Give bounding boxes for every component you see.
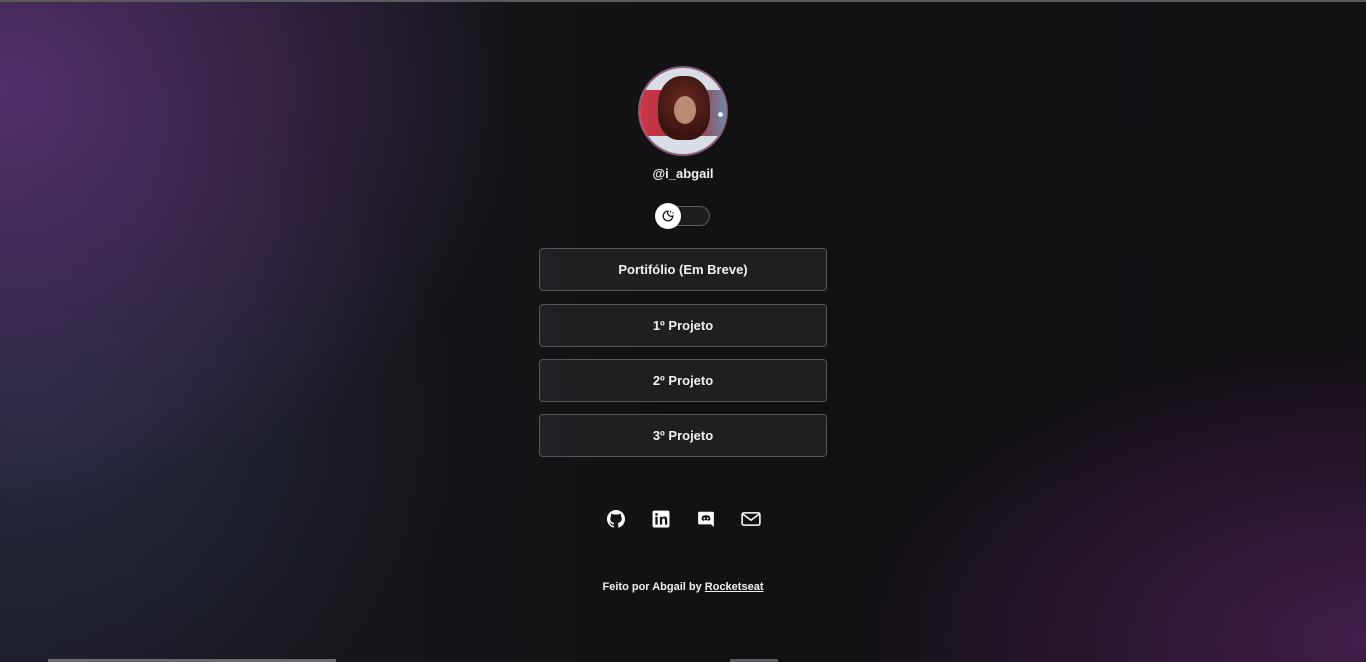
browser-top-border	[0, 0, 1366, 2]
theme-toggle[interactable]	[655, 203, 710, 229]
linkedin-icon	[652, 510, 669, 528]
github-icon	[606, 510, 625, 528]
footer: Feito por Abgail by Rocketseat	[0, 580, 1366, 594]
link-projeto-1[interactable]: 1º Projeto	[539, 304, 827, 347]
discord-link[interactable]	[690, 506, 721, 532]
mail-icon	[740, 512, 761, 526]
link-projeto-2[interactable]: 2º Projeto	[539, 359, 827, 402]
mail-link[interactable]	[735, 506, 766, 532]
social-links	[600, 506, 766, 532]
link-projeto-3[interactable]: 3º Projeto	[539, 414, 827, 457]
moon-sun-icon	[662, 210, 674, 222]
discord-icon	[697, 511, 714, 527]
username: @i_abgail	[652, 166, 714, 181]
link-portfolio[interactable]: Portifólio (Em Breve)	[539, 248, 827, 291]
profile-container: @i_abgail Portifólio (Em Breve) 1º Proje…	[539, 66, 827, 469]
rocketseat-link[interactable]: Rocketseat	[705, 581, 764, 593]
linkedin-link[interactable]	[645, 506, 676, 532]
avatar	[638, 66, 728, 156]
theme-toggle-knob	[655, 203, 681, 229]
github-link[interactable]	[600, 506, 631, 532]
links-list: Portifólio (Em Breve) 1º Projeto 2º Proj…	[539, 248, 827, 469]
footer-text: Feito por Abgail by	[602, 581, 705, 593]
